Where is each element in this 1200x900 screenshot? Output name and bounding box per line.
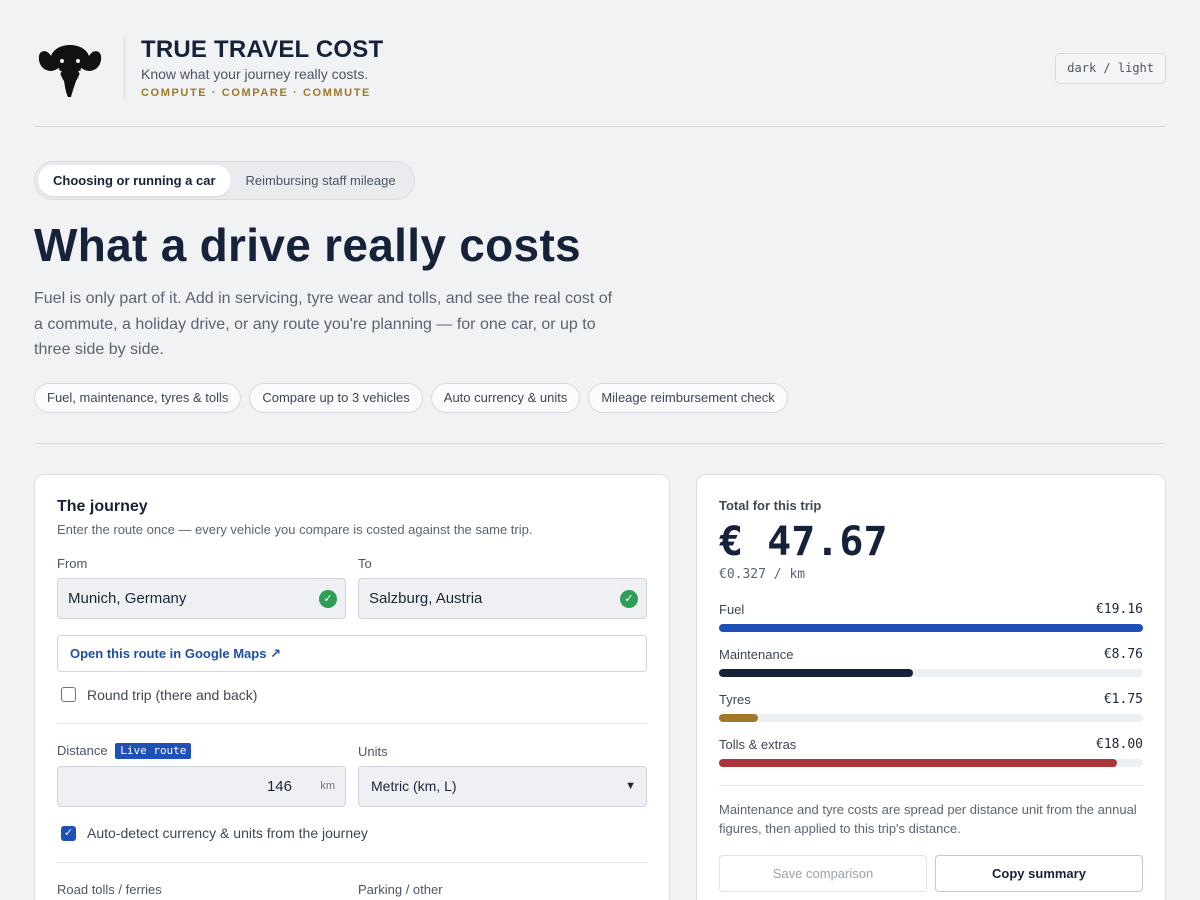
units-select[interactable]: Metric (km, L) ▼: [358, 766, 647, 807]
breakdown-row-value: €19.16: [1096, 602, 1143, 617]
hero-description: Fuel is only part of it. Add in servicin…: [34, 290, 613, 358]
check-circle-icon: ✓: [620, 590, 638, 608]
app-title: TRUE TRAVEL COST: [141, 36, 384, 63]
total-divider: [719, 785, 1143, 786]
total-label: Total for this trip: [719, 498, 822, 513]
feature-chips: Fuel, maintenance, tyres & tolls Compare…: [34, 383, 788, 413]
auto-detect-label: Auto-detect currency & units from the jo…: [87, 825, 368, 841]
tolls-label: Road tolls / ferries: [57, 882, 162, 897]
tab-reimbursing-mileage[interactable]: Reimbursing staff mileage: [231, 165, 411, 196]
breakdown-bar-fill: [719, 624, 1143, 632]
breakdown-row-value: €18.00: [1096, 737, 1143, 752]
breakdown-bar-fill: [719, 714, 758, 722]
hero-title: What a drive really costs: [34, 219, 581, 271]
from-value: Munich, Germany: [68, 590, 187, 607]
google-maps-link[interactable]: Open this route in Google Maps ↗: [57, 635, 647, 672]
breakdown-row-name: Tyres: [719, 692, 751, 707]
breakdown-bar-track: [719, 669, 1143, 677]
breakdown-bar-fill: [719, 669, 913, 677]
auto-detect-checkbox[interactable]: ✓: [61, 826, 76, 841]
breakdown-bar-track: [719, 714, 1143, 722]
theme-toggle-button[interactable]: dark / light: [1055, 53, 1166, 84]
app-subtitle: Know what your journey really costs.: [141, 66, 369, 82]
breakdown-row-value: €1.75: [1103, 692, 1143, 707]
header-separator: [34, 126, 1166, 127]
feature-chip: Compare up to 3 vehicles: [249, 383, 423, 413]
breakdown-bar-track: [719, 759, 1143, 767]
tab-choosing-running-car[interactable]: Choosing or running a car: [38, 165, 231, 196]
from-input[interactable]: Munich, Germany ✓: [57, 578, 346, 619]
check-circle-icon: ✓: [319, 590, 337, 608]
app-tagline: COMPUTE · COMPARE · COMMUTE: [141, 87, 371, 99]
chevron-down-icon: ▼: [625, 780, 636, 792]
units-value: Metric (km, L): [371, 778, 457, 794]
journey-divider: [57, 723, 647, 724]
feature-chip: Fuel, maintenance, tyres & tolls: [34, 383, 242, 413]
breakdown-note: Maintenance and tyre costs are spread pe…: [719, 802, 1137, 836]
elephant-head-icon: [38, 45, 102, 97]
save-comparison-button[interactable]: Save comparison: [719, 855, 927, 892]
live-route-badge: Live route: [115, 743, 192, 759]
journey-divider: [57, 862, 647, 863]
breakdown-bar-track: [719, 624, 1143, 632]
breakdown-bar-fill: [719, 759, 1118, 767]
distance-label-text: Distance: [57, 743, 108, 758]
to-label: To: [358, 556, 372, 571]
breakdown-row-value: €8.76: [1103, 647, 1143, 662]
header-divider: [124, 36, 125, 100]
journey-subtitle: Enter the route once — every vehicle you…: [57, 522, 533, 537]
journey-title: The journey: [57, 498, 148, 515]
to-value: Salzburg, Austria: [369, 590, 483, 607]
total-card: Total for this trip € 47.67 €0.327 / km …: [696, 474, 1166, 900]
units-label: Units: [358, 744, 388, 759]
feature-chip: Mileage reimbursement check: [588, 383, 788, 413]
cost-per-km: €0.327 / km: [719, 567, 806, 582]
copy-summary-button[interactable]: Copy summary: [935, 855, 1143, 892]
feature-chip: Auto currency & units: [430, 383, 581, 413]
round-trip-checkbox[interactable]: [61, 687, 76, 702]
breakdown-row-name: Maintenance: [719, 647, 794, 662]
app-header: TRUE TRAVEL COST Know what your journey …: [34, 36, 1166, 102]
distance-value: 146: [266, 778, 292, 795]
breakdown-row-name: Tolls & extras: [719, 737, 797, 752]
parking-label: Parking / other: [358, 882, 443, 897]
total-amount: € 47.67: [719, 519, 888, 565]
distance-unit: km: [320, 780, 335, 792]
to-input[interactable]: Salzburg, Austria ✓: [358, 578, 647, 619]
mode-tabs: Choosing or running a car Reimbursing st…: [34, 161, 415, 200]
journey-card: The journey Enter the route once — every…: [34, 474, 670, 900]
from-label: From: [57, 556, 88, 571]
section-separator: [34, 443, 1166, 444]
distance-input[interactable]: 146 km: [57, 766, 346, 807]
distance-label: Distance Live route: [57, 743, 192, 759]
round-trip-label: Round trip (there and back): [87, 687, 258, 703]
breakdown-row-name: Fuel: [719, 602, 745, 617]
